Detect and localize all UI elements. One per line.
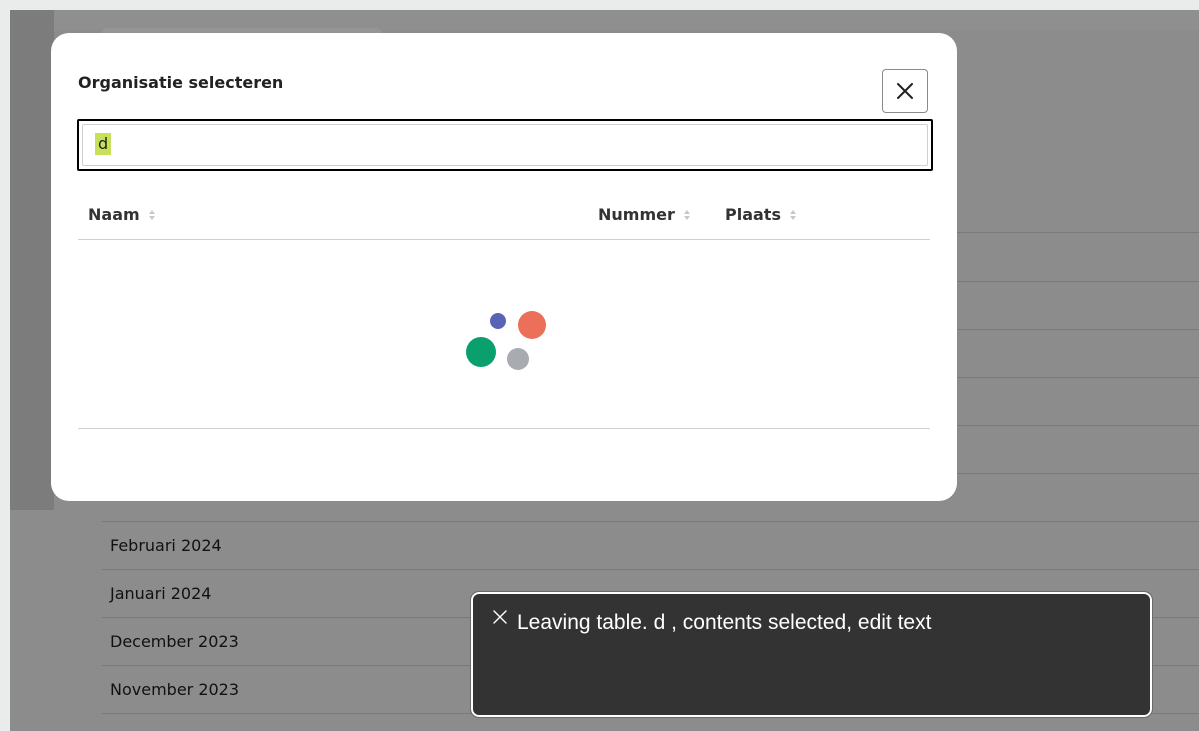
column-header-nummer[interactable]: Nummer: [598, 205, 691, 224]
dialog-title: Organisatie selecteren: [78, 73, 284, 92]
table-divider: [957, 377, 1199, 378]
close-button[interactable]: [882, 69, 928, 113]
month-label: November 2023: [110, 680, 240, 699]
organisation-select-dialog: Organisatie selecteren d Naam Nummer Pla…: [51, 33, 957, 501]
loader-dot: [518, 311, 546, 339]
search-field-focus-ring: [77, 119, 933, 171]
caption-text: Leaving table. d , contents selected, ed…: [517, 611, 932, 634]
sort-icon: [789, 209, 796, 220]
close-icon: [897, 83, 913, 99]
screen-reader-caption: Leaving table. d , contents selected, ed…: [470, 591, 1153, 718]
top-strip: [10, 10, 1199, 30]
sort-icon: [148, 209, 155, 220]
loading-spinner-icon: [466, 311, 546, 370]
column-header-plaats[interactable]: Plaats: [725, 205, 797, 224]
table-header-divider: [78, 239, 930, 240]
month-label: Februari 2024: [110, 536, 222, 555]
loader-dot: [466, 337, 496, 367]
table-divider: [957, 232, 1199, 233]
column-header-naam[interactable]: Naam: [88, 205, 156, 224]
loader-dot: [490, 313, 506, 329]
month-label: Januari 2024: [110, 584, 212, 603]
column-header-label: Plaats: [725, 205, 781, 224]
table-divider: [957, 329, 1199, 330]
sidebar: [10, 10, 54, 510]
table-divider: [957, 473, 1199, 474]
sort-icon: [683, 209, 690, 220]
column-header-label: Nummer: [598, 205, 675, 224]
search-input[interactable]: [82, 124, 928, 166]
table-divider: [957, 281, 1199, 282]
month-label: December 2023: [110, 632, 239, 651]
table-footer-divider: [78, 428, 930, 429]
table-divider: [957, 425, 1199, 426]
close-icon[interactable]: [491, 608, 509, 626]
loader-dot: [507, 348, 529, 370]
table-row[interactable]: Februari 2024: [102, 522, 1199, 570]
column-header-label: Naam: [88, 205, 140, 224]
